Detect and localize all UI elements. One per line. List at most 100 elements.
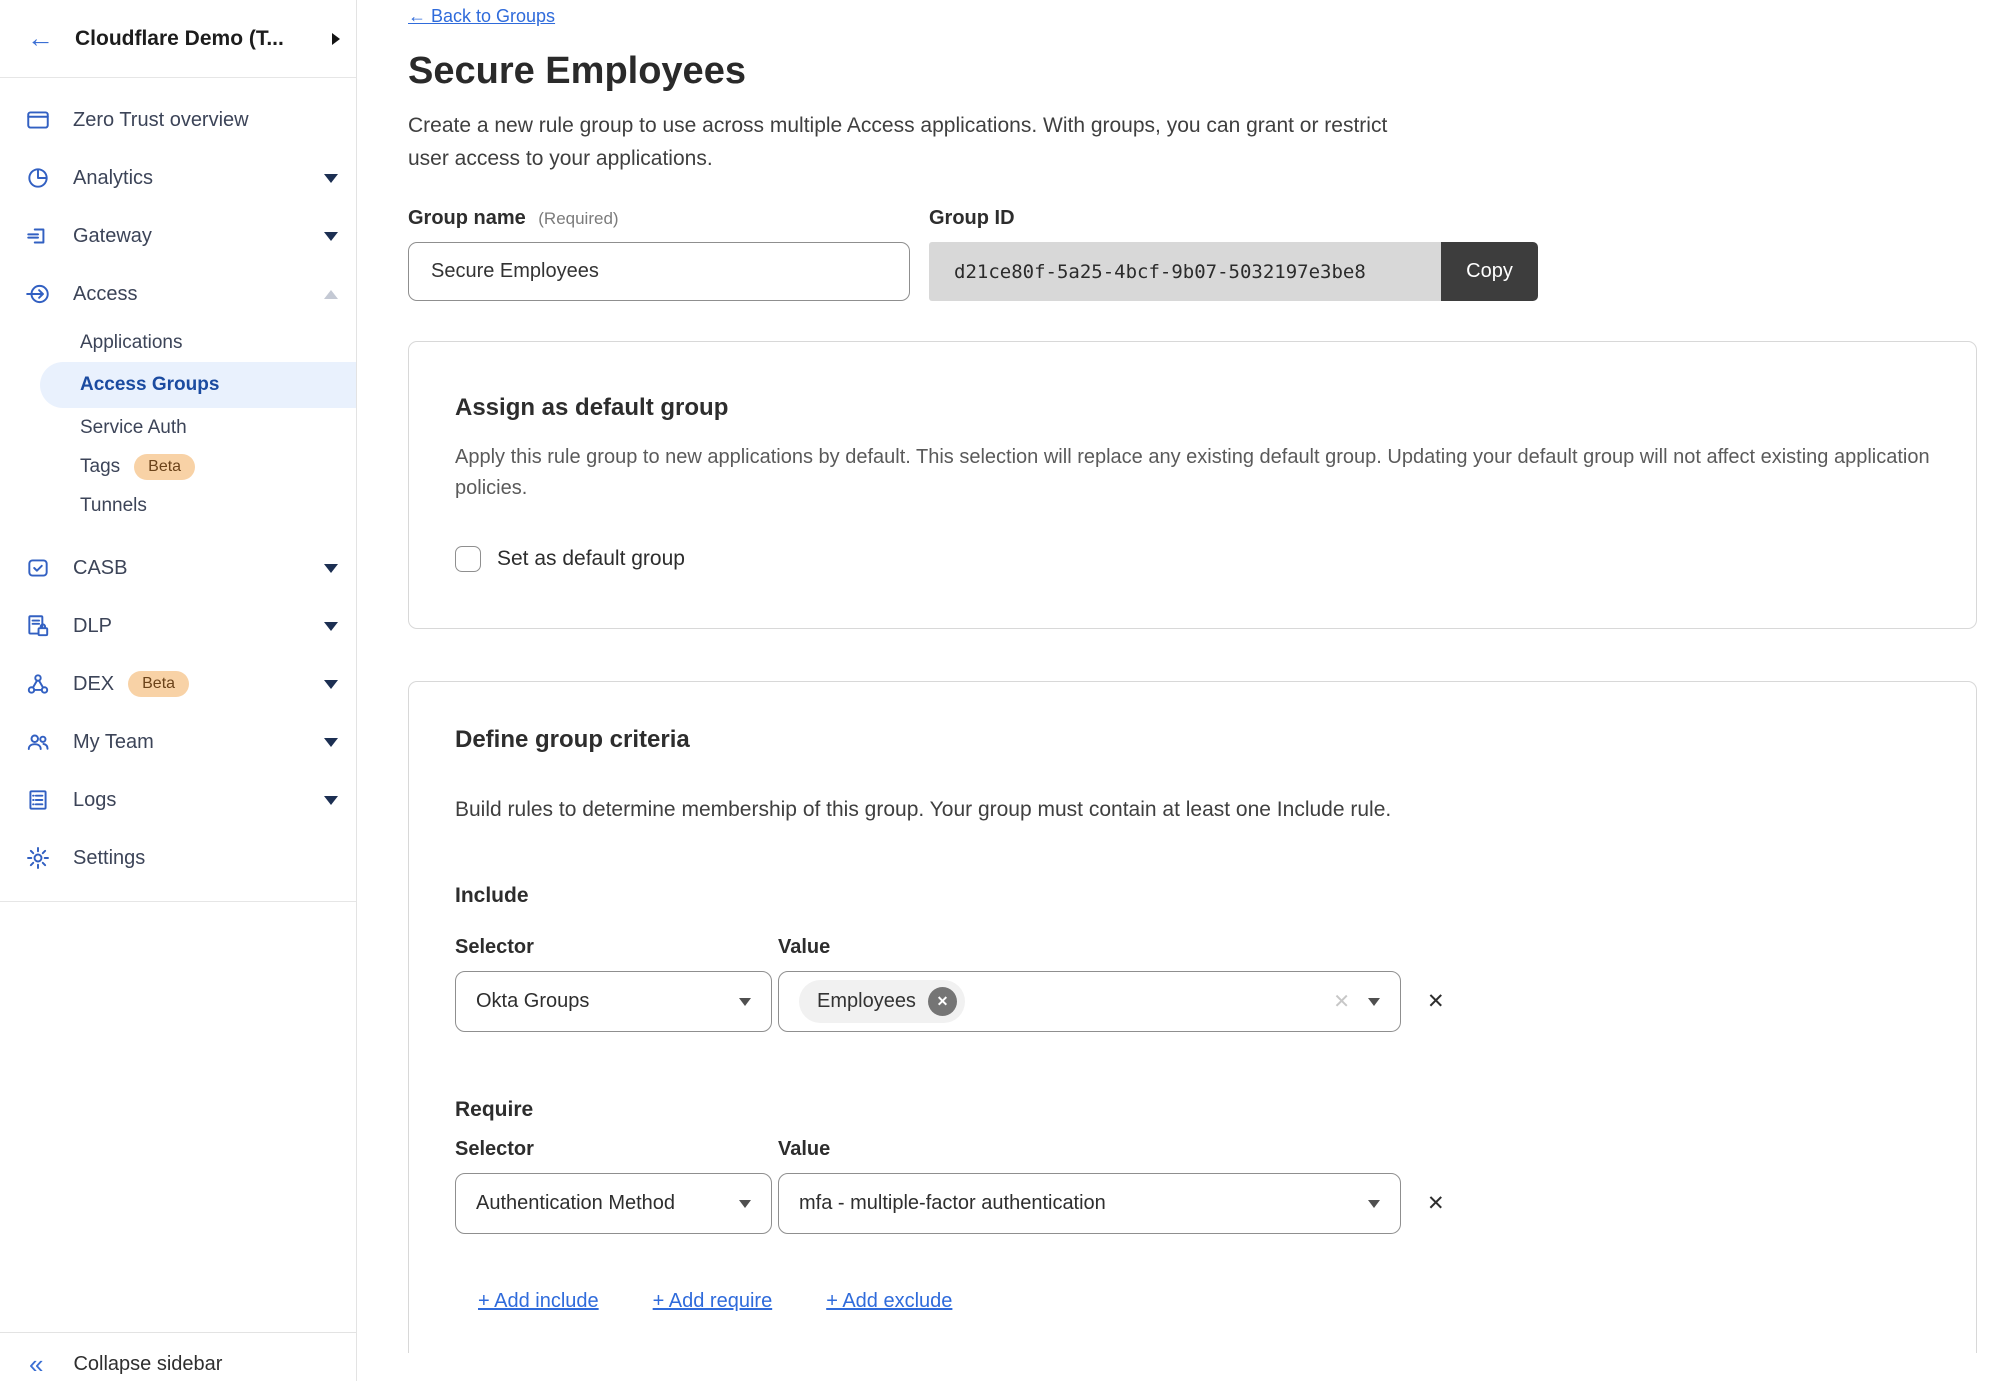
sidebar-item-label: Settings bbox=[73, 847, 338, 870]
sidebar-item-label: Gateway bbox=[73, 225, 324, 248]
chevron-up-icon bbox=[324, 290, 338, 299]
chevron-down-icon bbox=[324, 680, 338, 689]
collapse-sidebar[interactable]: « Collapse sidebar bbox=[0, 1332, 356, 1381]
tag-remove-icon[interactable]: ✕ bbox=[928, 987, 957, 1016]
dex-icon bbox=[25, 671, 51, 697]
group-name-field: Group name (Required) bbox=[408, 207, 910, 301]
sidebar-item-access-groups[interactable]: Access Groups bbox=[40, 362, 356, 408]
copy-button[interactable]: Copy bbox=[1441, 242, 1538, 301]
main-content: ← Back to Groups Secure Employees Create… bbox=[357, 0, 1999, 1381]
sidebar-divider bbox=[0, 901, 356, 902]
sidebar-item-label: Logs bbox=[73, 789, 324, 812]
sidebar-item-label: DEX bbox=[73, 673, 114, 696]
selector-label: Selector bbox=[455, 1138, 778, 1161]
sidebar-nav: Zero Trust overview Analytics Gateway Ac… bbox=[0, 78, 356, 902]
group-id-field: Group ID d21ce80f-5a25-4bcf-9b07-5032197… bbox=[929, 207, 1538, 301]
include-rule-row: Okta Groups Employees ✕ ✕ ✕ bbox=[455, 971, 1930, 1032]
remove-require-rule-button[interactable]: ✕ bbox=[1427, 1191, 1445, 1216]
sidebar-item-gateway[interactable]: Gateway bbox=[0, 207, 356, 265]
sidebar-item-tags[interactable]: Tags Beta bbox=[0, 447, 356, 486]
add-require-link[interactable]: + Add require bbox=[653, 1290, 773, 1313]
sidebar-item-applications[interactable]: Applications bbox=[0, 323, 356, 362]
value-label: Value bbox=[778, 1138, 830, 1161]
group-name-input[interactable] bbox=[408, 242, 910, 301]
chevron-down-icon bbox=[324, 174, 338, 183]
gateway-icon bbox=[25, 223, 51, 249]
beta-badge: Beta bbox=[134, 454, 195, 480]
clear-values-icon[interactable]: ✕ bbox=[1333, 989, 1350, 1014]
require-rule-row: Authentication Method mfa - multiple-fac… bbox=[455, 1173, 1930, 1234]
pie-chart-icon bbox=[25, 165, 51, 191]
sidebar-item-service-auth[interactable]: Service Auth bbox=[0, 408, 356, 447]
selector-label: Selector bbox=[455, 936, 778, 959]
require-value: mfa - multiple-factor authentication bbox=[799, 1192, 1350, 1215]
sidebar-item-settings[interactable]: Settings bbox=[0, 829, 356, 887]
set-default-group-label: Set as default group bbox=[497, 547, 685, 571]
value-tag-label: Employees bbox=[817, 990, 916, 1013]
criteria-card: Define group criteria Build rules to det… bbox=[408, 681, 1977, 1353]
window-icon bbox=[25, 107, 51, 133]
chevron-down-icon bbox=[739, 998, 751, 1006]
sidebar-item-logs[interactable]: Logs bbox=[0, 771, 356, 829]
group-id-value: d21ce80f-5a25-4bcf-9b07-5032197e3be8 bbox=[929, 242, 1441, 301]
value-tag: Employees ✕ bbox=[799, 980, 965, 1023]
add-include-link[interactable]: + Add include bbox=[478, 1290, 599, 1313]
sidebar-item-casb[interactable]: CASB bbox=[0, 539, 356, 597]
sidebar-item-label: Tags bbox=[80, 456, 120, 478]
team-icon bbox=[25, 729, 51, 755]
remove-include-rule-button[interactable]: ✕ bbox=[1427, 989, 1445, 1014]
back-to-groups-link[interactable]: ← Back to Groups bbox=[408, 6, 555, 27]
sidebar-item-tunnels[interactable]: Tunnels bbox=[0, 486, 356, 525]
sidebar-item-label: Service Auth bbox=[80, 417, 187, 439]
add-exclude-link[interactable]: + Add exclude bbox=[826, 1290, 952, 1313]
sidebar-item-dlp[interactable]: DLP bbox=[0, 597, 356, 655]
group-name-label: Group name bbox=[408, 207, 526, 229]
require-value-dropdown[interactable]: mfa - multiple-factor authentication bbox=[778, 1173, 1401, 1234]
dlp-icon bbox=[25, 613, 51, 639]
default-group-card-title: Assign as default group bbox=[455, 394, 1930, 422]
caret-right-icon[interactable] bbox=[332, 33, 340, 45]
double-chevron-left-icon: « bbox=[29, 1351, 43, 1377]
page-title: Secure Employees bbox=[408, 47, 1977, 95]
sidebar-item-analytics[interactable]: Analytics bbox=[0, 149, 356, 207]
sidebar-item-dex[interactable]: DEX Beta bbox=[0, 655, 356, 713]
beta-badge: Beta bbox=[128, 671, 189, 697]
set-default-group-checkbox[interactable] bbox=[455, 546, 481, 572]
collapse-sidebar-label: Collapse sidebar bbox=[73, 1353, 222, 1376]
sidebar-item-label: Access bbox=[73, 283, 324, 306]
chevron-down-icon bbox=[324, 622, 338, 631]
sidebar-item-label: Applications bbox=[80, 332, 182, 354]
access-subnav: Applications Access Groups Service Auth … bbox=[0, 323, 356, 525]
sidebar-item-label: Access Groups bbox=[80, 374, 219, 396]
sidebar-item-my-team[interactable]: My Team bbox=[0, 713, 356, 771]
sidebar-item-access[interactable]: Access bbox=[0, 265, 356, 323]
gear-icon bbox=[25, 845, 51, 871]
include-selector-dropdown[interactable]: Okta Groups bbox=[455, 971, 772, 1032]
include-heading: Include bbox=[455, 884, 1930, 908]
app-root: ← Cloudflare Demo (T... Zero Trust overv… bbox=[0, 0, 1999, 1381]
chevron-down-icon bbox=[739, 1200, 751, 1208]
require-selector-value: Authentication Method bbox=[476, 1192, 725, 1215]
value-label: Value bbox=[778, 936, 830, 959]
add-rule-links: + Add include + Add require + Add exclud… bbox=[455, 1290, 1930, 1313]
chevron-down-icon bbox=[1368, 1200, 1380, 1208]
sidebar-item-label: My Team bbox=[73, 731, 324, 754]
sidebar-item-label: Zero Trust overview bbox=[73, 109, 338, 132]
group-fields-row: Group name (Required) Group ID d21ce80f-… bbox=[408, 207, 1977, 301]
chevron-down-icon bbox=[324, 232, 338, 241]
include-selector-value: Okta Groups bbox=[476, 990, 725, 1013]
required-hint: (Required) bbox=[538, 209, 618, 228]
sidebar-item-label: Analytics bbox=[73, 167, 324, 190]
access-icon bbox=[25, 281, 51, 307]
sidebar-item-zero-trust-overview[interactable]: Zero Trust overview bbox=[0, 91, 356, 149]
back-arrow-icon[interactable]: ← bbox=[27, 25, 54, 52]
account-header: ← Cloudflare Demo (T... bbox=[0, 0, 356, 78]
default-group-card-description: Apply this rule group to new application… bbox=[455, 442, 1930, 504]
casb-icon bbox=[25, 555, 51, 581]
require-selector-dropdown[interactable]: Authentication Method bbox=[455, 1173, 772, 1234]
chevron-down-icon bbox=[1368, 998, 1380, 1006]
include-value-multiselect[interactable]: Employees ✕ ✕ bbox=[778, 971, 1401, 1032]
criteria-card-title: Define group criteria bbox=[455, 726, 1930, 754]
logs-icon bbox=[25, 787, 51, 813]
sidebar-item-label: DLP bbox=[73, 615, 324, 638]
